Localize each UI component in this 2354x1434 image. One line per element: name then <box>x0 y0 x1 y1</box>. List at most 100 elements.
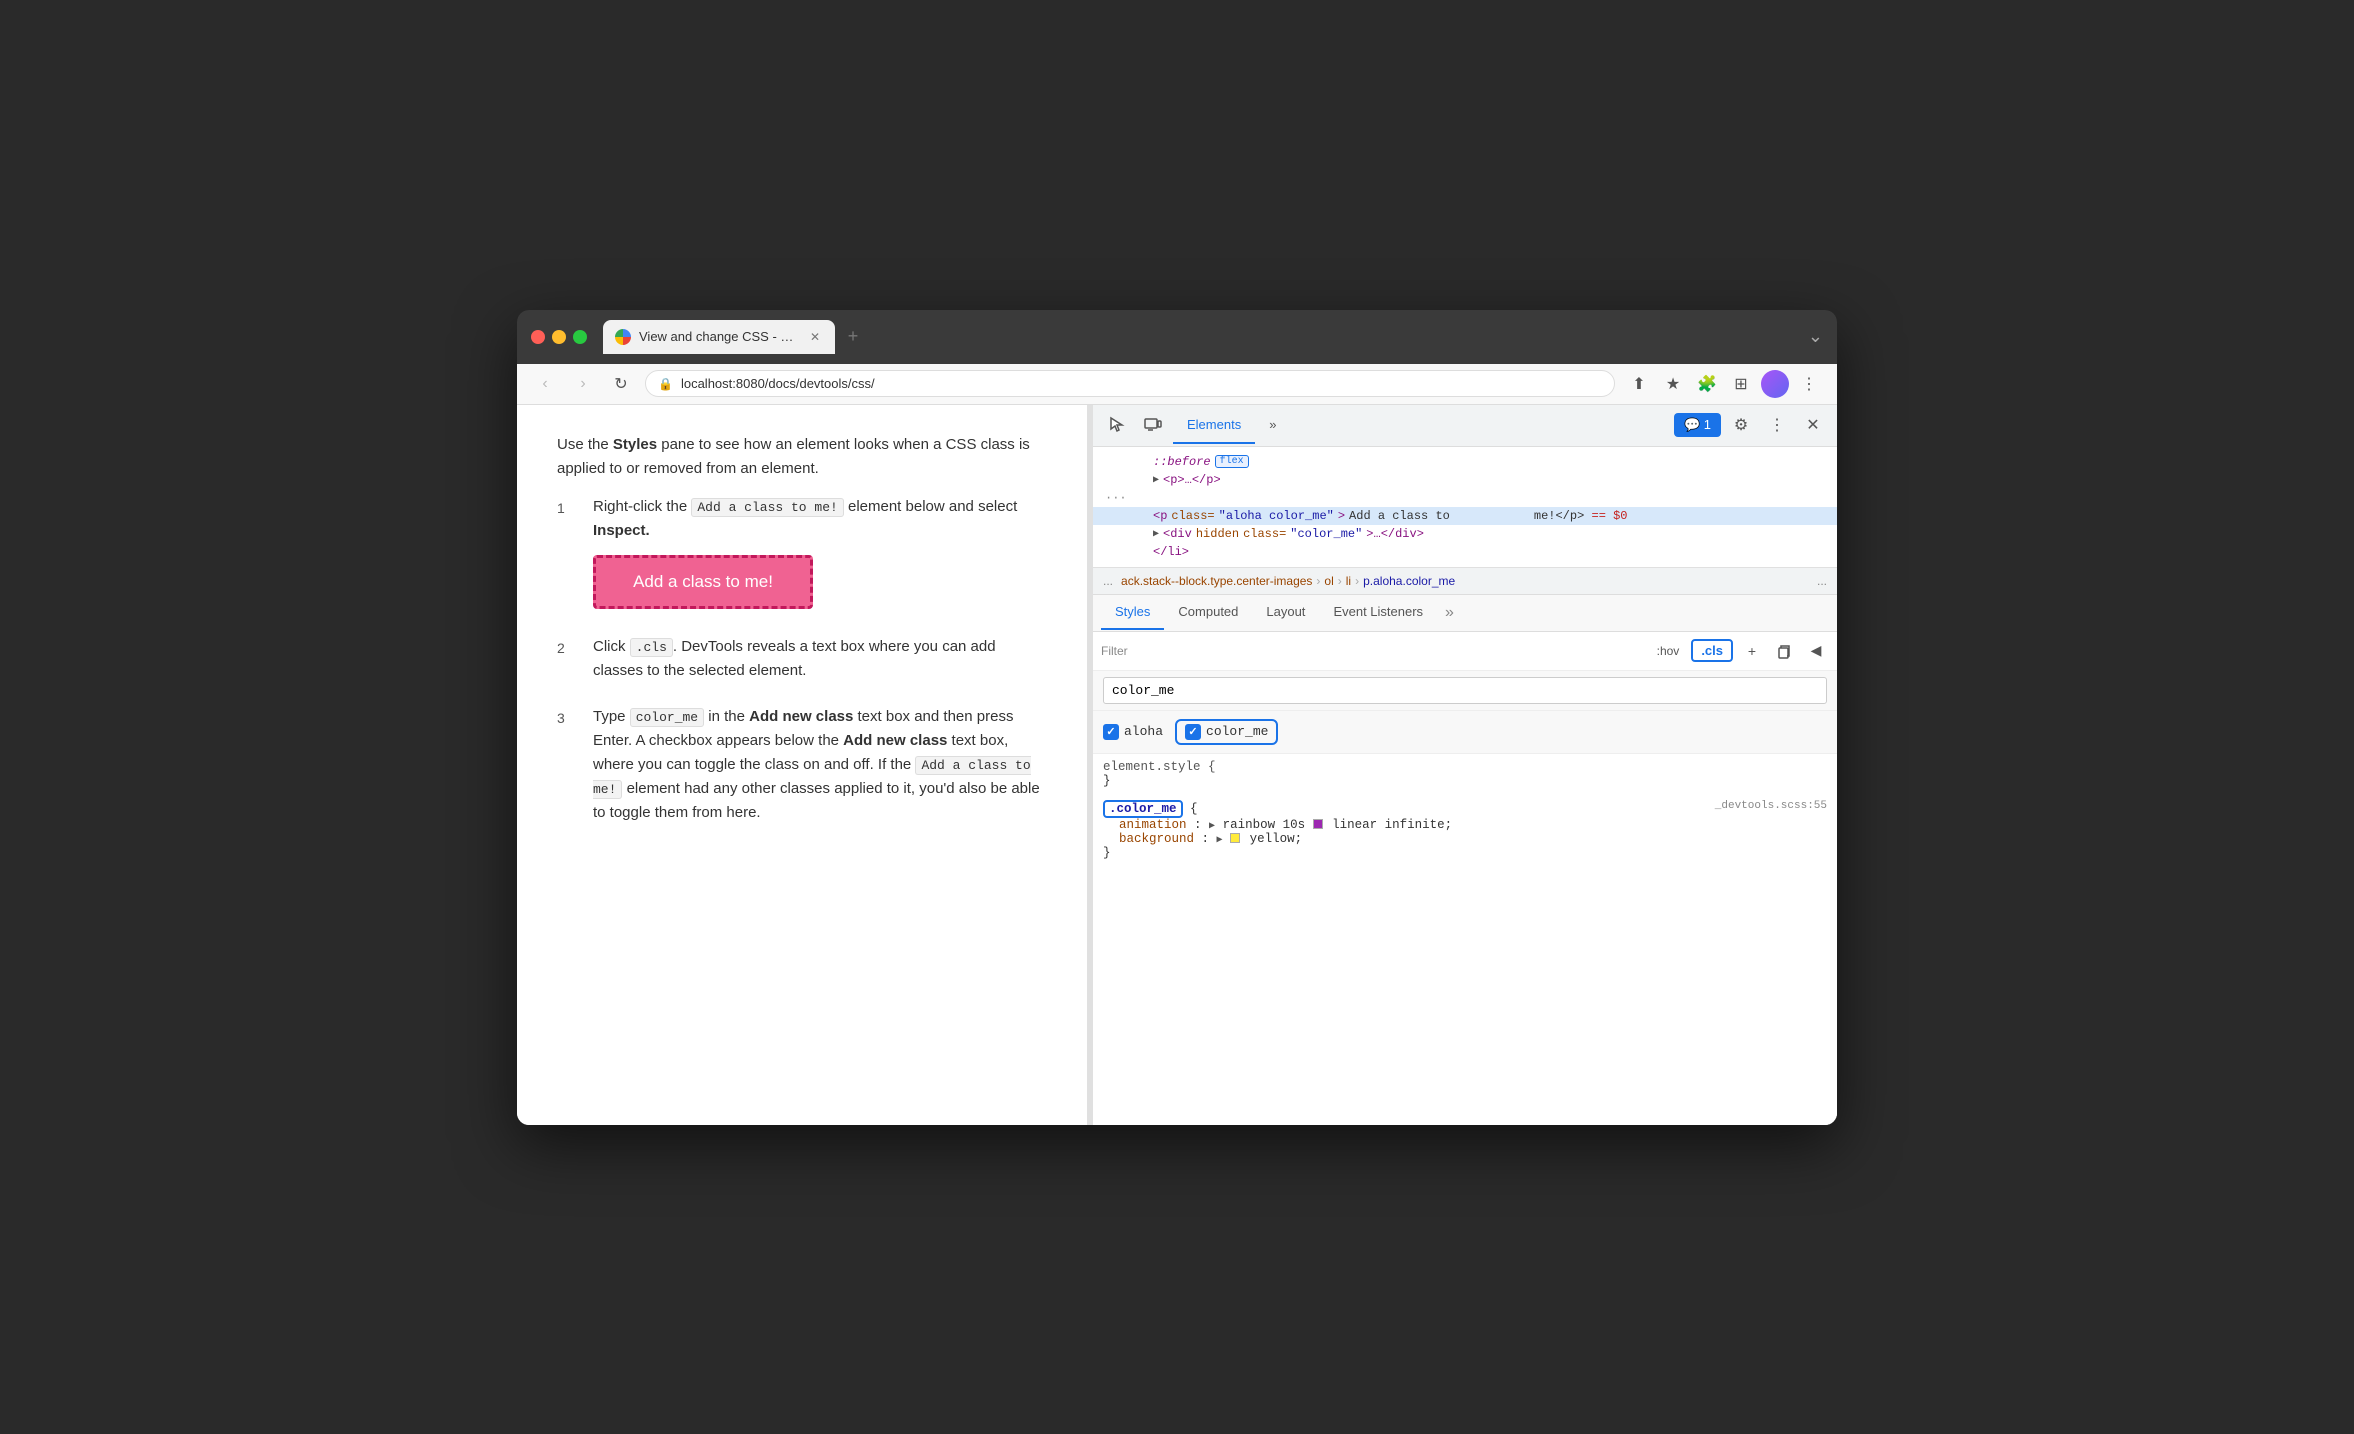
step-2-content: Click .cls. DevTools reveals a text box … <box>593 635 1047 683</box>
tab-bar: View and change CSS - Chrom ✕ + ⌄ <box>603 320 1823 354</box>
element-style-selector-line: element.style { <box>1103 760 1827 774</box>
tab-layout[interactable]: Layout <box>1252 595 1319 630</box>
intro-paragraph: Use the Styles pane to see how an elemen… <box>557 433 1047 481</box>
cls-button[interactable]: .cls <box>1691 639 1733 662</box>
step-3-content: Type color_me in the Add new class text … <box>593 705 1047 825</box>
background-expand[interactable]: ▶ <box>1217 835 1223 846</box>
step-2: 2 Click .cls. DevTools reveals a text bo… <box>557 635 1047 683</box>
element-style-close-brace: } <box>1103 774 1111 788</box>
puzzle-icon[interactable]: 🧩 <box>1693 370 1721 398</box>
step-1-text-after: element below and select <box>844 498 1017 515</box>
devtools-panel: Elements » 💬 1 ⚙ ⋮ ✕ ::before flex ▶ <box>1093 405 1837 1125</box>
filter-bar: Filter :hov .cls + ◀ <box>1093 632 1837 671</box>
step-3-text5: element had any other classes applied to… <box>593 780 1040 821</box>
intro-bold: Styles <box>613 436 657 453</box>
css-rules: element.style { } .color_me { _devtools.… <box>1093 754 1837 878</box>
tab-more[interactable]: » <box>1255 407 1290 444</box>
cursor-icon <box>1108 416 1126 434</box>
filter-label: Filter <box>1101 644 1128 658</box>
color-me-rule: .color_me { _devtools.scss:55 animation … <box>1103 800 1827 860</box>
tag-gt: > <box>1338 509 1345 523</box>
li-close-tag: </li> <box>1153 545 1189 559</box>
copy-icon <box>1776 643 1792 659</box>
hov-button[interactable]: :hov <box>1651 642 1686 660</box>
tab-styles[interactable]: Styles <box>1101 595 1164 630</box>
color-me-checkbox[interactable]: ✓ <box>1185 724 1201 740</box>
check-mark-aloha: ✓ <box>1106 725 1115 738</box>
reload-button[interactable]: ↻ <box>607 370 635 398</box>
background-property: background : ▶ yellow; <box>1103 832 1827 846</box>
dom-line-selected[interactable]: <p class="aloha color_me"> Add a class t… <box>1093 507 1837 525</box>
animation-value1: rainbow 10s <box>1223 818 1313 832</box>
tab-elements[interactable]: Elements <box>1173 407 1255 444</box>
chat-badge[interactable]: 💬 1 <box>1674 413 1721 437</box>
css-file-link[interactable]: _devtools.scss:55 <box>1715 800 1827 812</box>
forward-button[interactable]: › <box>569 370 597 398</box>
step-list: 1 Right-click the Add a class to me! ele… <box>557 495 1047 825</box>
back-button[interactable]: ‹ <box>531 370 559 398</box>
tab-computed[interactable]: Computed <box>1164 595 1252 630</box>
demo-button[interactable]: Add a class to me! <box>593 555 813 609</box>
dom-line-div[interactable]: ▶ <div hidden class="color_me">…</div> <box>1093 525 1837 543</box>
div-expand-arrow[interactable]: ▶ <box>1153 528 1159 540</box>
background-color-swatch[interactable] <box>1230 833 1240 843</box>
element-style-rule: element.style { } <box>1103 760 1827 788</box>
expand-arrow[interactable]: ▶ <box>1153 474 1159 486</box>
animation-expand[interactable]: ▶ <box>1209 821 1215 832</box>
device-toggle-button[interactable] <box>1137 409 1169 441</box>
tab-bar-chevron[interactable]: ⌄ <box>1808 326 1823 347</box>
filter-input[interactable] <box>1134 643 1645 658</box>
color-me-selector: .color_me <box>1103 800 1183 818</box>
tab-more-styles[interactable]: » <box>1437 595 1462 631</box>
menu-icon[interactable]: ⋮ <box>1795 370 1823 398</box>
step-3-bold1: Add new class <box>749 708 853 725</box>
breadcrumb-active: p.aloha.color_me <box>1363 574 1455 588</box>
copy-style-button[interactable] <box>1771 638 1797 664</box>
inspect-element-button[interactable] <box>1101 409 1133 441</box>
flex-badge: flex <box>1215 455 1249 468</box>
breadcrumb-more[interactable]: ... <box>1817 574 1827 588</box>
more-options-button[interactable]: ⋮ <box>1761 409 1793 441</box>
color-me-selector-line: .color_me { _devtools.scss:55 <box>1103 800 1827 818</box>
add-rule-button[interactable]: + <box>1739 638 1765 664</box>
url-bar[interactable]: 🔒 localhost:8080/docs/devtools/css/ <box>645 370 1615 397</box>
step-1-code: Add a class to me! <box>691 498 843 517</box>
dom-tree: ::before flex ▶ <p>…</p> ··· <p class="a… <box>1093 447 1837 568</box>
aloha-checkbox[interactable]: ✓ <box>1103 724 1119 740</box>
pseudo-before: ::before <box>1153 455 1211 469</box>
tab-favicon <box>615 329 631 345</box>
close-traffic-light[interactable] <box>531 330 545 344</box>
class-input[interactable] <box>1103 677 1827 704</box>
animation-color-swatch[interactable] <box>1313 819 1323 829</box>
profile-avatar[interactable] <box>1761 370 1789 398</box>
dom-line-p[interactable]: ▶ <p>…</p> <box>1093 471 1837 489</box>
animation-colon: : <box>1194 818 1209 832</box>
extension-icon[interactable]: ⊞ <box>1727 370 1755 398</box>
devtools-header-actions: 💬 1 ⚙ ⋮ ✕ <box>1674 409 1829 441</box>
tab-close-button[interactable]: ✕ <box>807 329 823 345</box>
bookmark-icon[interactable]: ★ <box>1659 370 1687 398</box>
color-me-close-brace: } <box>1103 846 1827 860</box>
dom-line-before: ::before flex <box>1093 453 1837 471</box>
share-icon[interactable]: ⬆ <box>1625 370 1653 398</box>
browser-tab[interactable]: View and change CSS - Chrom ✕ <box>603 320 835 354</box>
maximize-traffic-light[interactable] <box>573 330 587 344</box>
class-aloha: ✓ aloha <box>1103 724 1163 740</box>
step-1: 1 Right-click the Add a class to me! ele… <box>557 495 1047 613</box>
step-2-number: 2 <box>557 635 575 683</box>
tab-event-listeners[interactable]: Event Listeners <box>1319 595 1437 630</box>
background-prop-name: background <box>1119 832 1194 846</box>
class-input-row <box>1093 671 1837 711</box>
breadcrumb-item-1[interactable]: ol <box>1324 574 1333 588</box>
p-content: Add a class to <box>1349 509 1450 523</box>
minimize-traffic-light[interactable] <box>552 330 566 344</box>
new-tab-button[interactable]: + <box>839 323 867 351</box>
title-bar: View and change CSS - Chrom ✕ + ⌄ <box>517 310 1837 364</box>
breadcrumb-item-0[interactable]: ack.stack--block.type.center-images <box>1121 574 1312 588</box>
breadcrumb-item-2[interactable]: li <box>1346 574 1351 588</box>
toggle-sidebar-button[interactable]: ◀ <box>1803 638 1829 664</box>
breadcrumb-sep-1: › <box>1316 574 1320 588</box>
settings-button[interactable]: ⚙ <box>1725 409 1757 441</box>
check-mark-color-me: ✓ <box>1188 725 1197 738</box>
close-devtools-button[interactable]: ✕ <box>1797 409 1829 441</box>
